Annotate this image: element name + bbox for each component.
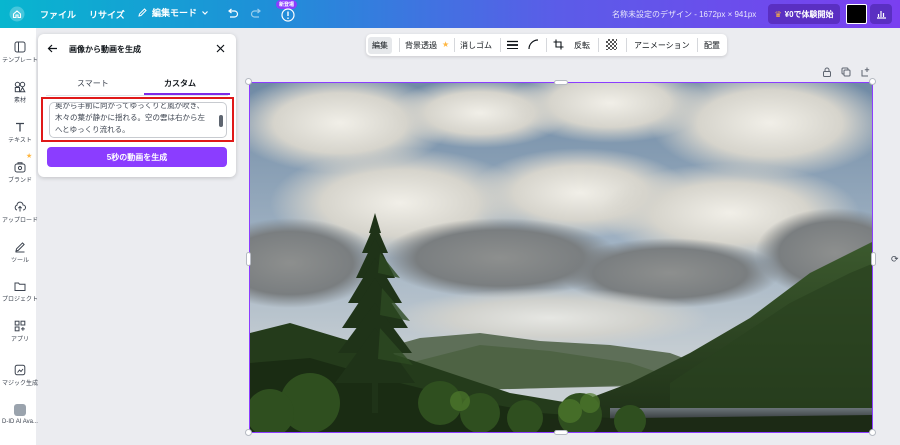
divider xyxy=(626,38,627,52)
bg-remove-button[interactable]: 背景透過 xyxy=(405,40,437,51)
sidebar-item-d-id[interactable]: D-ID AI Ava... xyxy=(0,404,40,425)
resize-handle[interactable] xyxy=(245,78,252,85)
border-style-icon[interactable] xyxy=(507,40,518,50)
folder-icon xyxy=(14,282,26,291)
duplicate-icon[interactable] xyxy=(841,67,851,77)
left-sidebar: テンプレート 素材 テキスト ブランド ★ アップロード ツール プロジェクト … xyxy=(0,28,38,445)
sidebar-item-label: テキスト xyxy=(8,138,32,144)
sidebar-item-uploads[interactable]: アップロード xyxy=(0,201,40,224)
eraser-button[interactable]: 消しゴム xyxy=(460,40,492,51)
rotate-icon[interactable]: ⟳ xyxy=(891,254,899,265)
divider xyxy=(598,38,599,52)
pen-icon xyxy=(15,242,25,253)
sidebar-item-tools[interactable]: ツール xyxy=(0,241,40,264)
home-icon[interactable] xyxy=(9,6,25,22)
prompt-line: へとゆっくり流れる。 xyxy=(55,125,130,134)
prompt-line: 木々の葉が静かに揺れる。空の雲は右から左 xyxy=(55,113,205,122)
sidebar-item-label: プロジェクト xyxy=(1,297,38,303)
design-canvas[interactable] xyxy=(249,82,873,433)
flip-button[interactable]: 反転 xyxy=(574,40,590,51)
edit-button[interactable]: 編集 xyxy=(368,37,392,54)
divider xyxy=(546,38,547,52)
resize-handle[interactable] xyxy=(869,429,876,436)
bar-chart-icon xyxy=(876,11,886,19)
back-arrow-icon[interactable] xyxy=(47,43,58,54)
sidebar-item-label: ブランド xyxy=(7,178,32,184)
sidebar-item-label: ツール xyxy=(10,258,29,264)
sidebar-item-label: アプリ xyxy=(10,337,29,343)
transparency-icon[interactable] xyxy=(606,39,617,50)
scrollbar-thumb[interactable] xyxy=(219,115,223,127)
sidebar-item-projects[interactable]: プロジェクト xyxy=(0,280,40,303)
divider xyxy=(500,38,501,52)
sidebar-item-elements[interactable]: 素材 xyxy=(0,81,40,104)
sidebar-item-label: マジック生成 xyxy=(1,381,38,387)
landscape-photo xyxy=(250,83,872,432)
generate-video-button[interactable]: 5秒の動画を生成 xyxy=(47,147,227,167)
resize-handle[interactable] xyxy=(869,78,876,85)
top-bar: ファイル リサイズ 編集モード 新登場 名称未設定のデザイン - 1672px … xyxy=(0,0,900,28)
active-tab-indicator xyxy=(144,93,230,95)
lock-icon[interactable] xyxy=(822,67,832,77)
sidebar-item-label: 素材 xyxy=(13,98,26,104)
crop-icon[interactable] xyxy=(553,39,564,50)
resize-handle[interactable] xyxy=(554,80,568,85)
position-button[interactable]: 配置 xyxy=(704,40,720,51)
undo-icon[interactable] xyxy=(226,7,239,20)
sidebar-item-label: D-ID AI Ava... xyxy=(2,419,38,425)
sidebar-item-templates[interactable]: テンプレート xyxy=(0,41,40,64)
panel-title: 画像から動画を生成 xyxy=(69,45,141,54)
crown-icon: ♛ xyxy=(774,9,782,19)
tab-smart[interactable]: スマート xyxy=(77,78,109,89)
sidebar-item-label: アップロード xyxy=(1,218,38,224)
magic-icon xyxy=(14,364,26,376)
prompt-line: 奥から手前に向かってゆっくりと風が吹き、 xyxy=(55,102,205,110)
image-to-video-panel: 画像から動画を生成 スマート カスタム 奥から手前に向かってゆっくりと風が吹き、… xyxy=(38,34,236,177)
tab-divider xyxy=(46,95,228,96)
sidebar-item-label: テンプレート xyxy=(2,58,38,64)
redo-icon[interactable] xyxy=(250,7,263,20)
prompt-highlight: 奥から手前に向かってゆっくりと風が吹き、 木々の葉が静かに揺れる。空の雲は右から… xyxy=(41,97,234,142)
resize-handle[interactable] xyxy=(245,429,252,436)
upload-icon xyxy=(14,201,26,212)
image-edit-toolbar: 編集 背景透過 ★ 消しゴム 反転 アニメーション 配置 xyxy=(366,34,727,56)
divider xyxy=(697,38,698,52)
apps-icon xyxy=(14,320,26,332)
divider xyxy=(399,38,400,52)
avatar-icon xyxy=(14,404,26,416)
premium-star-icon: ★ xyxy=(26,153,33,160)
edit-mode-menu[interactable]: 編集モード xyxy=(137,6,209,19)
divider xyxy=(454,38,455,52)
prompt-textarea[interactable]: 奥から手前に向かってゆっくりと風が吹き、 木々の葉が静かに揺れる。空の雲は右から… xyxy=(49,102,227,138)
layout-icon xyxy=(14,41,26,53)
chevron-down-icon xyxy=(202,10,208,15)
prompt-scrollbar[interactable] xyxy=(219,106,224,136)
sidebar-item-apps[interactable]: アプリ xyxy=(0,320,40,343)
sidebar-item-text[interactable]: テキスト xyxy=(0,121,40,144)
edit-mode-label: 編集モード xyxy=(152,8,198,18)
resize-handle[interactable] xyxy=(554,430,568,435)
brand-icon xyxy=(14,162,26,173)
resize-handle[interactable] xyxy=(246,252,251,266)
tab-custom[interactable]: カスタム xyxy=(164,78,196,89)
trial-label: ¥0で体験開始 xyxy=(784,9,834,19)
premium-star-icon: ★ xyxy=(442,40,450,49)
pencil-icon xyxy=(138,8,147,17)
user-avatar[interactable] xyxy=(846,4,867,24)
resize-handle[interactable] xyxy=(871,252,876,266)
resize-menu[interactable]: リサイズ xyxy=(89,8,125,21)
whats-new-icon[interactable] xyxy=(281,8,295,22)
elements-icon xyxy=(14,81,26,93)
trial-button[interactable]: ♛ ¥0で体験開始 xyxy=(768,4,840,24)
document-title[interactable]: 名称未設定のデザイン - 1672px × 941px xyxy=(612,9,756,20)
add-page-icon[interactable] xyxy=(860,67,870,77)
corner-rounding-icon[interactable] xyxy=(528,39,539,50)
insights-button[interactable] xyxy=(870,4,892,24)
sidebar-item-brand[interactable]: ブランド xyxy=(0,161,40,184)
close-icon[interactable] xyxy=(216,44,225,53)
animation-button[interactable]: アニメーション xyxy=(634,40,690,51)
text-icon xyxy=(16,122,24,132)
sidebar-item-magic[interactable]: マジック生成 xyxy=(0,364,40,387)
file-menu[interactable]: ファイル xyxy=(40,8,76,21)
